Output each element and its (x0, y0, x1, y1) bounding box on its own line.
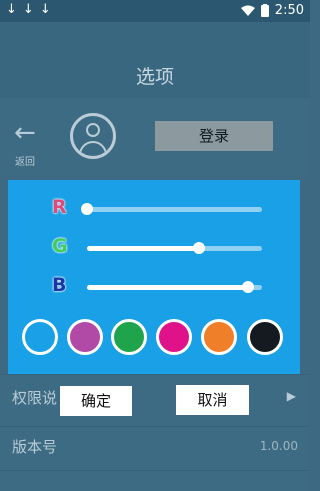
green-slider-row: G (8, 235, 300, 261)
color-swatch-2[interactable] (67, 319, 103, 355)
avatar-icon[interactable] (70, 113, 116, 159)
red-slider-row: R (8, 196, 300, 222)
blue-slider-thumb[interactable] (242, 281, 254, 293)
color-picker-dialog: R G B (8, 180, 300, 374)
back-arrow-icon: ← (14, 118, 36, 148)
blue-slider-fill (87, 285, 248, 290)
red-slider-thumb[interactable] (81, 203, 93, 215)
download-icon: ↓ (6, 2, 17, 17)
back-button[interactable]: ← 返回 (10, 120, 50, 172)
blue-label: B (52, 274, 67, 296)
cancel-button[interactable]: 取消 (176, 385, 249, 415)
download-icon: ↓ (39, 2, 51, 17)
login-button[interactable]: 登录 (155, 121, 273, 151)
color-swatch-5[interactable] (201, 319, 237, 355)
blue-slider[interactable] (87, 281, 262, 293)
status-bar: ↓ ↓ ↓ 2:50 (0, 0, 310, 22)
clock: 2:50 (274, 3, 304, 18)
permission-label: 权限说 (12, 389, 58, 407)
title-bar: 选项 (0, 22, 310, 98)
confirm-button[interactable]: 确定 (60, 386, 132, 416)
blue-slider-row: B (8, 274, 300, 300)
chevron-right-icon: ▶ (286, 389, 296, 403)
download-icons: ↓ ↓ ↓ (6, 2, 51, 18)
color-swatch-6[interactable] (247, 319, 283, 355)
color-swatch-4[interactable] (156, 319, 192, 355)
green-slider[interactable] (87, 242, 262, 254)
version-row: 版本号 1.0.00 (0, 426, 310, 471)
color-swatch-3[interactable] (111, 319, 147, 355)
green-slider-thumb[interactable] (193, 242, 205, 254)
battery-icon (260, 4, 269, 17)
green-slider-fill (87, 246, 199, 251)
version-value: 1.0.00 (259, 439, 298, 453)
version-label: 版本号 (12, 438, 58, 456)
wifi-icon (240, 5, 255, 16)
color-swatches (8, 319, 300, 359)
color-swatch-1[interactable] (22, 319, 58, 355)
download-icon: ↓ (22, 2, 34, 17)
red-slider[interactable] (81, 203, 262, 215)
green-label: G (52, 235, 68, 257)
permission-row[interactable]: 权限说 ▶ (0, 374, 310, 427)
page-title: 选项 (135, 66, 174, 88)
red-label: R (52, 196, 67, 218)
list-row (0, 470, 310, 491)
back-label: 返回 (15, 157, 35, 168)
